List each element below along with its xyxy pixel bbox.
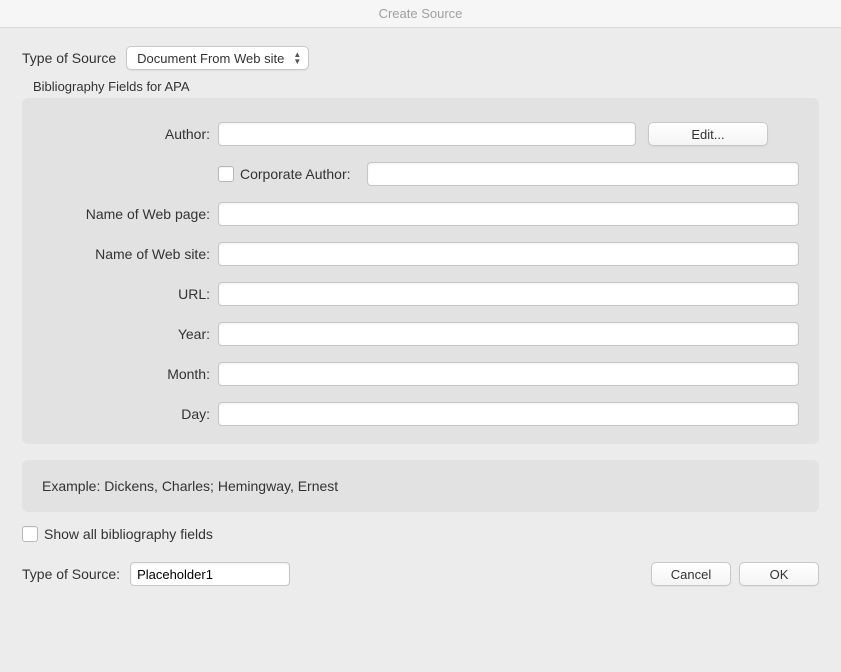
tag-name-input[interactable] xyxy=(130,562,290,586)
webpage-label: Name of Web page: xyxy=(42,206,218,222)
example-text: Example: Dickens, Charles; Hemingway, Er… xyxy=(22,460,819,512)
cancel-button[interactable]: Cancel xyxy=(651,562,731,586)
type-of-source-select[interactable]: Document From Web site ▲▼ xyxy=(126,46,309,70)
ok-button[interactable]: OK xyxy=(739,562,819,586)
url-label: URL: xyxy=(42,286,218,302)
website-label: Name of Web site: xyxy=(42,246,218,262)
month-label: Month: xyxy=(42,366,218,382)
updown-icon: ▲▼ xyxy=(292,49,302,67)
month-input[interactable] xyxy=(218,362,799,386)
author-input[interactable] xyxy=(218,122,636,146)
webpage-input[interactable] xyxy=(218,202,799,226)
author-label: Author: xyxy=(42,126,218,142)
url-input[interactable] xyxy=(218,282,799,306)
window-title: Create Source xyxy=(0,0,841,28)
corporate-author-checkbox[interactable] xyxy=(218,166,234,182)
year-label: Year: xyxy=(42,326,218,342)
show-all-checkbox[interactable] xyxy=(22,526,38,542)
type-of-source-label: Type of Source xyxy=(22,50,116,66)
bibliography-fieldset: Bibliography Fields for APA Author: Edit… xyxy=(22,98,819,444)
type-of-source-value: Document From Web site xyxy=(137,51,284,66)
year-input[interactable] xyxy=(218,322,799,346)
footer-type-label: Type of Source: xyxy=(22,566,120,582)
fieldset-legend: Bibliography Fields for APA xyxy=(30,79,193,94)
corporate-author-label: Corporate Author: xyxy=(240,166,351,182)
website-input[interactable] xyxy=(218,242,799,266)
day-label: Day: xyxy=(42,406,218,422)
edit-author-button[interactable]: Edit... xyxy=(648,122,768,146)
corporate-author-input[interactable] xyxy=(367,162,799,186)
day-input[interactable] xyxy=(218,402,799,426)
show-all-label: Show all bibliography fields xyxy=(44,526,213,542)
